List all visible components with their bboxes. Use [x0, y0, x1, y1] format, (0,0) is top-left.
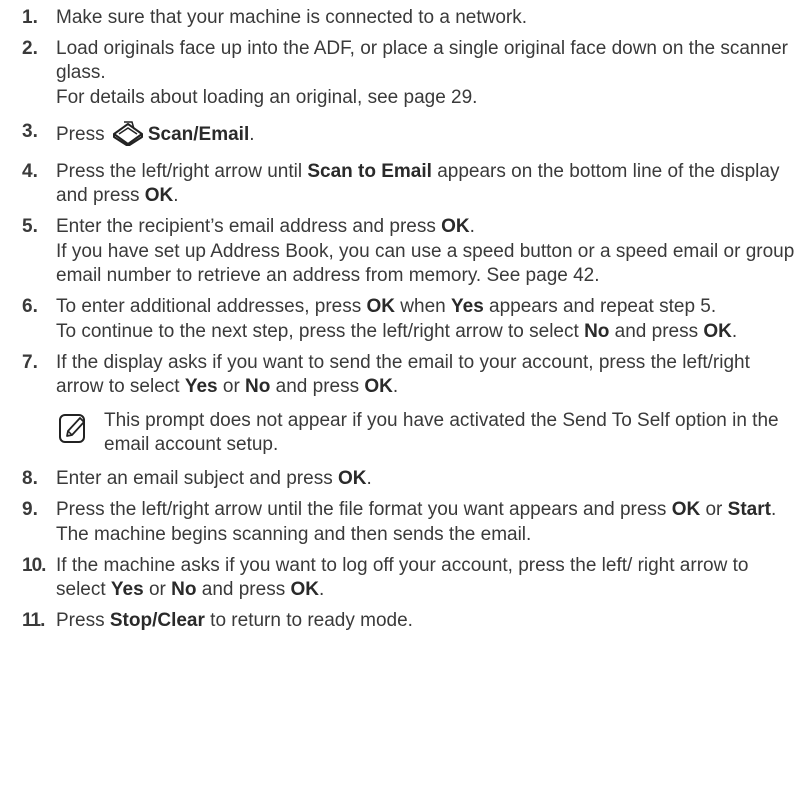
step-number: 9. — [22, 499, 38, 520]
button-name: Stop/Clear — [109, 610, 205, 631]
step-text: To enter additional addresses, press — [56, 296, 367, 317]
step-5: 5. Enter the recipient’s email address a… — [22, 215, 802, 288]
button-name: OK — [366, 296, 396, 317]
punctuation: . — [469, 216, 475, 237]
step-7: 7. If the display asks if you want to se… — [22, 351, 802, 457]
button-name: Scan/Email — [147, 124, 250, 145]
note-pencil-icon — [58, 412, 88, 451]
step-text: to return to ready mode. — [204, 610, 413, 631]
step-detail: To continue to the next step, press the … — [56, 321, 585, 342]
punctuation: . — [366, 468, 372, 489]
step-11: 11. Press Stop/Clear to return to ready … — [22, 609, 802, 633]
step-text: or — [217, 376, 246, 397]
punctuation: . — [318, 579, 325, 600]
step-2: 2. Load originals face up into the ADF, … — [22, 37, 802, 110]
step-4: 4. Press the left/right arrow until Scan… — [22, 160, 802, 208]
step-number: 6. — [22, 296, 38, 317]
option-name: Yes — [184, 376, 218, 397]
step-text: and press — [196, 579, 291, 600]
button-name: OK — [144, 185, 174, 206]
option-name: No — [245, 376, 271, 397]
button-name: OK — [671, 499, 701, 520]
step-detail: For details about loading an original, s… — [56, 87, 478, 108]
step-text: Enter an email subject and press — [56, 468, 338, 489]
button-name: OK — [290, 579, 319, 600]
step-number: 8. — [22, 468, 38, 489]
step-text: Press — [56, 124, 105, 145]
step-text: Press — [56, 610, 110, 631]
step-text: If the display asks if you want to send … — [56, 352, 750, 397]
step-3: 3. Press Scan/Email. — [22, 120, 802, 153]
button-name: Start — [727, 499, 771, 520]
button-name: OK — [338, 468, 367, 489]
step-text: or — [143, 579, 172, 600]
step-number: 3. — [22, 121, 38, 142]
button-name: OK — [364, 376, 393, 397]
step-8: 8. Enter an email subject and press OK. — [22, 467, 802, 491]
step-number: 10. — [22, 555, 46, 576]
step-text: or — [700, 499, 728, 520]
step-text: Make sure that your machine is connected… — [56, 7, 528, 28]
punctuation: . — [249, 124, 255, 145]
button-name: OK — [703, 321, 732, 342]
step-number: 4. — [22, 161, 38, 182]
step-number: 11. — [22, 610, 45, 631]
step-10: 10. If the machine asks if you want to l… — [22, 554, 802, 602]
step-number: 1. — [22, 7, 38, 28]
option-name: No — [171, 579, 197, 600]
step-detail: and press — [609, 321, 704, 342]
step-detail: The machine begins scanning and then sen… — [56, 524, 532, 545]
step-text: Press the left/right arrow until — [56, 161, 308, 182]
step-number: 5. — [22, 216, 38, 237]
note-text: This prompt does not appear if you have … — [104, 410, 779, 455]
step-number: 2. — [22, 38, 38, 59]
scan-email-icon — [112, 120, 144, 153]
step-number: 7. — [22, 352, 38, 373]
instructions-page: 1. Make sure that your machine is connec… — [22, 6, 802, 640]
note-box: This prompt does not appear if you have … — [56, 409, 802, 457]
step-text: when — [395, 296, 451, 317]
step-text: and press — [270, 376, 365, 397]
punctuation: . — [392, 376, 399, 397]
menu-name: Scan to Email — [307, 161, 432, 182]
option-name: Yes — [451, 296, 484, 317]
punctuation: . — [770, 499, 777, 520]
punctuation: . — [173, 185, 179, 206]
step-text: Load originals face up into the ADF, or … — [56, 38, 788, 83]
step-9: 9. Press the left/right arrow until the … — [22, 498, 802, 547]
punctuation: . — [731, 321, 738, 342]
button-name: OK — [441, 216, 470, 237]
option-name: Yes — [110, 579, 144, 600]
step-text: Enter the recipient’s email address and … — [56, 216, 442, 237]
step-text: appears and repeat step 5. — [483, 296, 717, 317]
step-detail: If you have set up Address Book, you can… — [56, 241, 795, 286]
option-name: No — [584, 321, 610, 342]
step-6: 6. To enter additional addresses, press … — [22, 295, 802, 344]
step-text: Press the left/right arrow until the fil… — [56, 499, 672, 520]
step-1: 1. Make sure that your machine is connec… — [22, 6, 802, 30]
